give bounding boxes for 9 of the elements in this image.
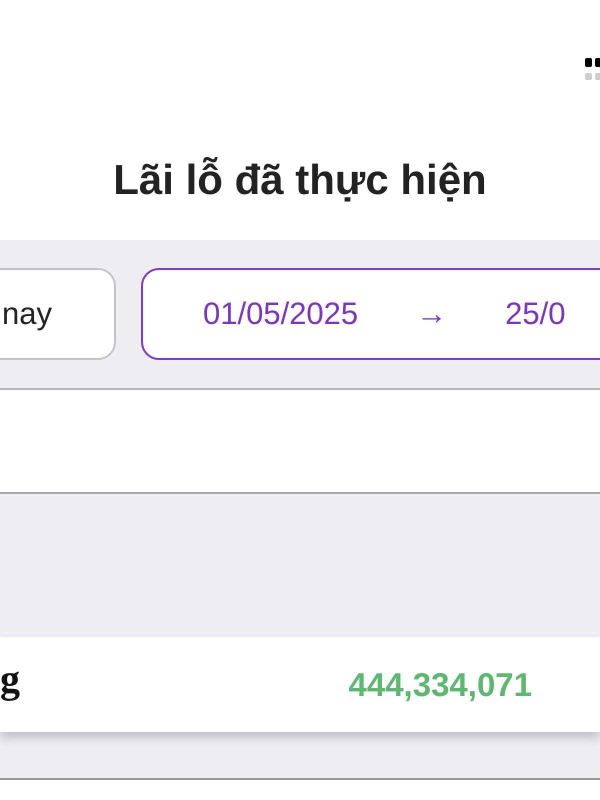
period-dropdown[interactable]: nay <box>0 268 116 360</box>
arrow-icon: → <box>416 296 448 332</box>
profit-value: 444,334,071 <box>348 666 532 704</box>
page-title: Lãi lỗ đã thực hiện <box>113 156 487 204</box>
date-range-picker[interactable]: 01/05/2025 → 25/0 <box>141 268 600 360</box>
end-date: 25/0 <box>505 296 566 332</box>
grid-icon[interactable] <box>585 58 600 82</box>
row-label: g <box>0 655 20 702</box>
start-date: 01/05/2025 <box>203 296 358 332</box>
